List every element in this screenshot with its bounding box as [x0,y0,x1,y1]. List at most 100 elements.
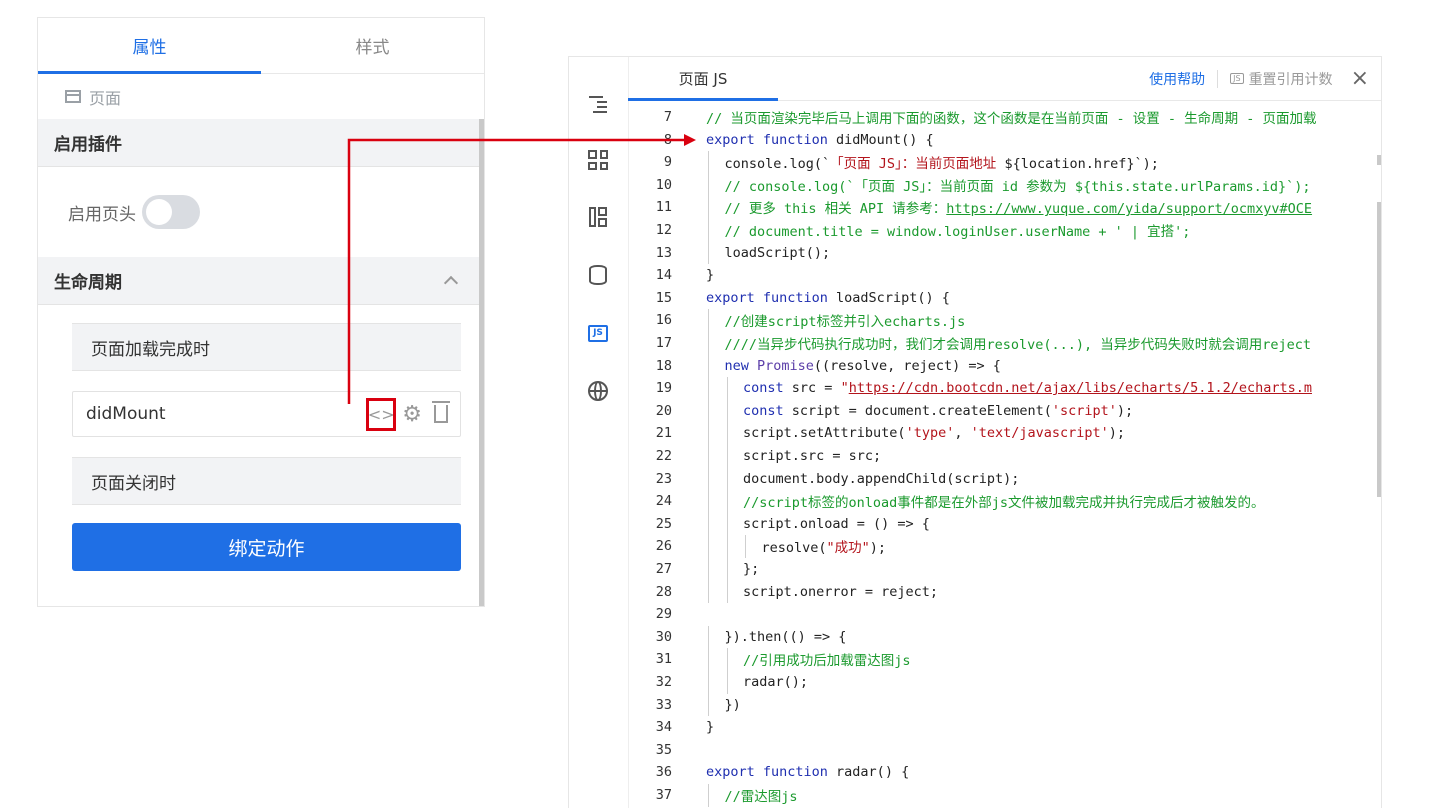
layout-icon[interactable] [585,204,611,230]
indent-guide [708,648,709,671]
close-icon[interactable]: × [1351,67,1369,90]
code-line[interactable]: 26 resolve("成功"); [628,535,886,557]
editor-scrollbar[interactable] [1377,202,1381,497]
code-token: src = [791,380,841,397]
code-token: export function [706,764,837,781]
help-link[interactable]: 使用帮助 [1149,69,1205,89]
code-area[interactable]: 7 // 当页面渲染完毕后马上调用下面的函数，这个函数是在当前页面 - 设置 - … [628,105,1381,808]
code-line[interactable]: 35 [628,739,706,761]
code-line[interactable]: 37 //雷达图js [628,784,798,806]
code-line[interactable]: 16 //创建script标签并引入echarts.js [628,309,966,331]
code-line[interactable]: 15 export function loadScript() { [628,287,950,309]
lifecycle-body: 页面加载完成时 didMount <> ⚙ 页面关闭时 绑定动作 [38,305,484,571]
code-line[interactable]: 14} [628,264,714,286]
globe-icon[interactable] [585,378,611,404]
gear-icon[interactable]: ⚙ [402,402,422,427]
code-token: ); [1116,402,1134,419]
code-line[interactable]: 19 const src = "https://cdn.bootcdn.net/a… [628,377,1312,399]
code-token: radar(); [743,674,809,690]
code-line[interactable]: 34} [628,716,714,738]
indent-guide [708,445,709,468]
code-line[interactable]: 12 // document.title = window.loginUser.u… [628,219,1191,241]
line-number: 7 [663,109,672,125]
tab-styles[interactable]: 样式 [261,18,484,73]
tab-page-js[interactable]: 页面 JS [628,57,778,101]
line-number: 32 [655,674,672,690]
code-token: ); [1108,425,1126,442]
code-token: //script标签的onload事件都是在外部js文件被加载完成并执行完成后才… [743,495,1265,512]
props-scrollbar[interactable] [479,119,484,606]
header-toggle-switch[interactable] [142,195,200,229]
code-line[interactable]: 24 //script标签的onload事件都是在外部js文件被加载完成并执行完成… [628,490,1265,512]
datasource-icon[interactable] [585,262,611,288]
code-token: //创建script标签并引入echarts.js [724,314,966,331]
code-text: script.setAttribute('type', 'text/javasc… [743,425,1125,441]
lifecycle-section-header[interactable]: 生命周期 [38,257,484,305]
code-line[interactable]: 8 export function didMount() { [628,129,934,151]
action-field-icons: <> ⚙ [366,397,450,431]
chevron-up-icon[interactable] [443,275,459,291]
code-line[interactable]: 31 //引用成功后加载雷达图js [628,648,911,670]
line-number: 34 [655,719,672,736]
code-line[interactable]: 22 script.src = src; [628,445,881,467]
code-token: loadScript(); [724,244,831,261]
code-token: }).then(() => { [724,628,847,645]
code-text: export function loadScript() { [706,290,950,306]
lifecycle-section-title: 生命周期 [54,273,122,293]
code-line[interactable]: 33}) [628,694,741,716]
code-icon[interactable]: <> [366,397,397,431]
code-line[interactable]: 21 script.setAttribute('type', 'text/java… [628,422,1125,444]
code-text: //script标签的onload事件都是在外部js文件被加载完成并执行完成后才… [743,491,1265,511]
code-line[interactable]: 25 script.onload = () => { [628,513,930,535]
bind-action-button[interactable]: 绑定动作 [72,523,461,571]
code-text: //创建script标签并引入echarts.js [725,310,966,330]
code-token: }) [724,696,741,713]
code-line[interactable]: 10 // console.log(`「页面 JS」：当前页面 id 参数为 ${… [628,174,1311,196]
code-token: https://cdn.bootcdn.net/ajax/libs/echart… [848,380,1312,397]
code-line[interactable]: 17 ////当异步代码执行成功时，我们才会调用resolve(...), 当异步… [628,332,1311,354]
code-line[interactable]: 29 [628,603,706,625]
indent-guide [708,241,709,265]
outline-icon[interactable] [585,91,611,117]
code-line[interactable]: 11 // 更多 this 相关 API 请参考：https://www.yuqu… [628,196,1312,218]
code-line[interactable]: 7 // 当页面渲染完毕后马上调用下面的函数，这个函数是在当前页面 - 设置 - … [628,106,1317,128]
indent-guide [708,467,709,491]
code-text: export function radar() { [706,764,909,780]
code-token: script = document.createElement( [791,402,1052,419]
indent-guide [726,490,728,513]
code-text: }) [725,697,741,713]
indent-guide [708,377,709,400]
js-icon[interactable]: JS [585,320,611,346]
code-line[interactable]: 20 const script = document.createElement(… [628,400,1133,422]
code-token: radar() { [836,764,910,781]
code-token: 'script' [1051,402,1117,419]
tab-properties[interactable]: 属性 [38,18,261,74]
code-line[interactable]: 32 radar(); [628,671,808,693]
indent-guide [726,377,728,400]
plugin-section-title: 启用插件 [54,135,122,155]
indent-guide [708,422,709,445]
line-number: 31 [655,651,672,668]
components-icon[interactable] [585,147,611,173]
line-number: 37 [655,787,672,803]
props-scroll-area: 启用插件 启用页头 生命周期 页面加载完成时 didMount <> ⚙ 页面关… [38,119,484,606]
indent-guide [708,784,709,807]
line-number: 29 [655,606,672,623]
reset-ref-count-button[interactable]: JS 重置引用计数 [1230,69,1333,89]
trash-icon[interactable] [432,401,450,423]
code-token: // console.log(`「页面 JS」：当前页面 id 参数为 ${th… [724,178,1311,195]
code-text: //雷达图js [725,785,798,805]
line-number: 13 [655,244,672,261]
code-line[interactable]: 27}; [628,558,760,580]
editor-actions: 使用帮助 JS 重置引用计数 × [1149,67,1381,90]
code-line[interactable]: 28 script.onerror = reject; [628,581,938,603]
code-line[interactable]: 36 export function radar() { [628,761,909,783]
code-line[interactable]: 18 new Promise((resolve, reject) => { [628,355,1001,377]
indent-guide [726,445,728,468]
code-line[interactable]: 13 loadScript(); [628,242,830,264]
page-breadcrumb[interactable]: 页面 [38,74,484,119]
code-line[interactable]: 23 document.body.appendChild(script); [628,468,1020,490]
indent-guide [708,512,709,536]
code-line[interactable]: 30}).then(() => { [628,626,847,648]
line-number: 24 [655,493,672,510]
